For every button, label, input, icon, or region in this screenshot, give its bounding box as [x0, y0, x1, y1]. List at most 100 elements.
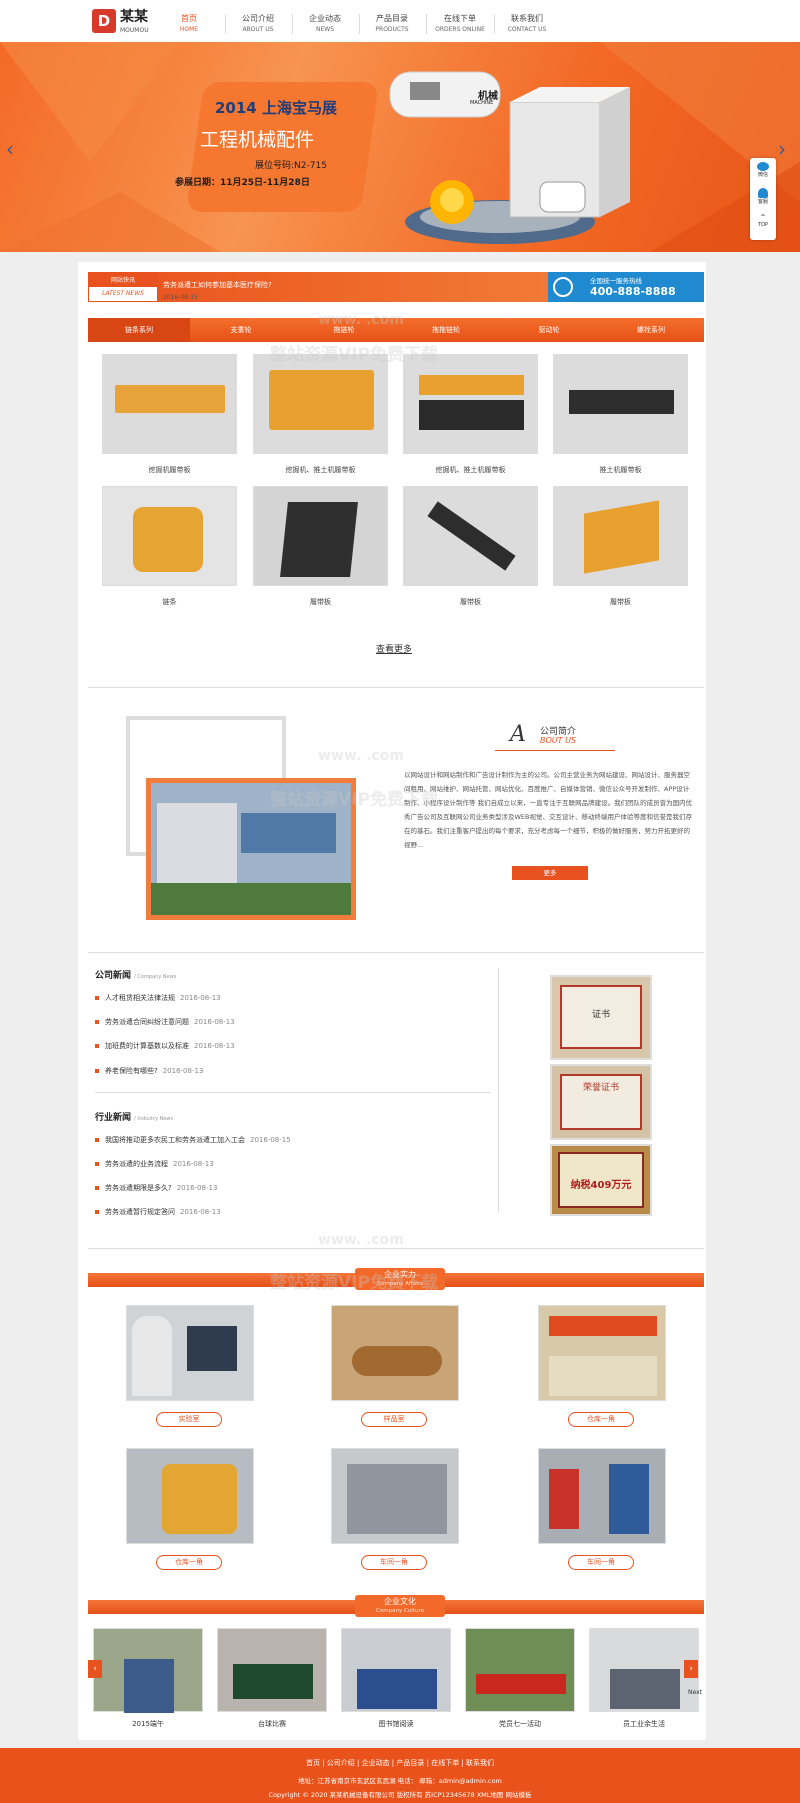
about-heading-letter: A — [510, 722, 526, 747]
news-item[interactable]: 劳务派遣暂行规定答问 2016-08-13 — [95, 1207, 221, 1217]
about-more-button[interactable]: 更多 — [512, 866, 588, 880]
product-image[interactable] — [102, 354, 237, 454]
news-item[interactable]: 人才租赁相关法律法规 2016-08-13 — [95, 993, 221, 1003]
wechat-icon — [757, 162, 769, 171]
booth-sign-en: MACHINE — [470, 100, 494, 106]
strength-label[interactable]: 仓库一角 — [156, 1555, 222, 1570]
news-item[interactable]: 养老保险有哪些? 2016-08-13 — [95, 1066, 203, 1076]
product-image[interactable] — [553, 354, 688, 454]
strength-photo[interactable] — [126, 1448, 254, 1544]
culture-next-arrow-icon[interactable]: › — [684, 1660, 698, 1678]
news-item-date: 2016-08-13 — [162, 1067, 204, 1075]
culture-photo[interactable] — [465, 1628, 575, 1712]
strength-label[interactable]: 车间一角 — [361, 1555, 427, 1570]
strength-photo[interactable] — [331, 1448, 459, 1544]
wechat-tool-label: 微信 — [757, 172, 768, 178]
latest-news-label-zh: 网站快讯 — [110, 277, 135, 284]
product-image[interactable] — [253, 354, 388, 454]
culture-photo[interactable] — [217, 1628, 327, 1712]
category-tab[interactable]: 螺栓系列 — [600, 318, 702, 342]
bullet-icon — [95, 1138, 99, 1142]
category-tab[interactable]: 驱动轮 — [498, 318, 600, 342]
banner-prev-arrow-icon[interactable]: ‹ — [6, 137, 14, 161]
nav-sublabel: ORDERS ONLINE — [435, 26, 485, 33]
footer-links[interactable]: 首页 | 公司介绍 | 企业动态 | 产品目录 | 在线下单 | 联系我们 — [0, 1758, 800, 1768]
divider — [88, 687, 704, 688]
back-to-top-tool[interactable]: ⌃ TOP — [750, 214, 776, 229]
product-image[interactable] — [553, 486, 688, 586]
nav-label: 产品目录 — [376, 14, 408, 23]
product-image[interactable] — [253, 486, 388, 586]
news-item[interactable]: 加班费的计算基数以及标准 2016-08-13 — [95, 1041, 235, 1051]
nav-label: 首页 — [181, 14, 197, 23]
product-label[interactable]: 履带板 — [403, 597, 538, 607]
product-label[interactable]: 履带板 — [553, 597, 688, 607]
strength-label[interactable]: 仓库一角 — [568, 1412, 634, 1427]
company-news-title: 公司新闻 — [95, 971, 132, 981]
culture-next-label[interactable]: Next — [688, 1689, 702, 1696]
hotline-box: 全国统一服务热线 400-888-8888 — [548, 272, 704, 302]
strength-photo[interactable] — [126, 1305, 254, 1401]
product-image[interactable] — [403, 354, 538, 454]
strength-label[interactable]: 车间一角 — [568, 1555, 634, 1570]
news-item[interactable]: 我国将推动更多农民工和劳务派遣工加入工会 2016-08-15 — [95, 1135, 291, 1145]
strength-label[interactable]: 实验室 — [156, 1412, 222, 1427]
logo-mark[interactable]: D — [92, 9, 116, 33]
hotline-number: 400-888-8888 — [590, 285, 676, 298]
product-label[interactable]: 挖掘机、推土机履带板 — [403, 465, 538, 475]
culture-label[interactable]: 2015端午 — [93, 1719, 203, 1729]
latest-news-headline[interactable]: 劳务派遣工如何参加基本医疗保险? — [163, 280, 272, 290]
back-to-top-label: TOP — [757, 222, 768, 228]
nav-item-products[interactable]: 产品目录 PRODUCTS — [358, 13, 426, 35]
product-label[interactable]: 挖掘机履带板 — [102, 465, 237, 475]
culture-label[interactable]: 图书馆阅读 — [341, 1719, 451, 1729]
nav-item-about[interactable]: 公司介绍 ABOUT US — [224, 13, 292, 35]
product-label[interactable]: 链条 — [102, 597, 237, 607]
news-item-title: 我国将推动更多农民工和劳务派遣工加入工会 — [105, 1136, 245, 1144]
certificate-image[interactable]: 荣誉证书 — [550, 1064, 652, 1140]
service-tool[interactable]: 客服 — [750, 188, 776, 205]
culture-photo[interactable] — [341, 1628, 451, 1712]
category-tab[interactable]: 链条系列 — [88, 318, 190, 342]
news-item[interactable]: 劳务派遣的业务流程 2016-08-13 — [95, 1159, 214, 1169]
culture-photo[interactable] — [93, 1628, 203, 1713]
banner-next-arrow-icon[interactable]: › — [778, 137, 786, 161]
about-description: 以网站设计和网站制作和广告设计制作为主的公司。公司主营业务为网站建设、网站设计、… — [404, 771, 693, 849]
news-item-date: 2016-08-13 — [176, 1184, 218, 1192]
strength-photo[interactable] — [538, 1448, 666, 1544]
hero-banner[interactable]: 机械 MACHINE 2014 上海宝马展 工程机械配件 展位号码:N2-715… — [0, 42, 800, 252]
product-image[interactable] — [403, 486, 538, 586]
news-item[interactable]: 劳务派遣期限是多久? 2016-08-13 — [95, 1183, 217, 1193]
culture-label[interactable]: 党员七一活动 — [465, 1719, 575, 1729]
culture-photo[interactable] — [589, 1628, 699, 1712]
banner-product-title: 工程机械配件 — [200, 129, 315, 151]
certificate-image[interactable]: 纳税409万元 — [550, 1144, 652, 1216]
bullet-icon — [95, 1069, 99, 1073]
product-label[interactable]: 挖掘机、推土机履带板 — [253, 465, 388, 475]
strength-label[interactable]: 样品室 — [361, 1412, 427, 1427]
nav-item-orders[interactable]: 在线下单 ORDERS ONLINE — [426, 13, 494, 35]
customer-service-icon — [758, 188, 768, 198]
news-item[interactable]: 劳务派遣合同纠纷注意问题 2016-08-13 — [95, 1017, 235, 1027]
logo-name[interactable]: 某某 — [120, 10, 148, 24]
divider — [88, 1248, 704, 1249]
certificate-image[interactable]: 证书 — [550, 975, 652, 1060]
category-tab[interactable]: 支重轮 — [190, 318, 292, 342]
watermark-text: 整站资源VIP免费下载 — [270, 790, 438, 810]
bullet-icon — [95, 1210, 99, 1214]
category-tab[interactable]: 拖拖链轮 — [395, 318, 497, 342]
strength-photo[interactable] — [331, 1305, 459, 1401]
nav-item-contact[interactable]: 联系我们 CONTACT US — [493, 13, 561, 35]
wechat-tool[interactable]: 微信 — [750, 162, 776, 178]
product-image[interactable] — [102, 486, 237, 586]
view-more-link[interactable]: 查看更多 — [376, 642, 412, 655]
nav-item-news[interactable]: 企业动态 NEWS — [291, 13, 359, 35]
product-label[interactable]: 推土机履带板 — [553, 465, 688, 475]
culture-prev-arrow-icon[interactable]: ‹ — [88, 1660, 102, 1678]
bullet-icon — [95, 1186, 99, 1190]
product-label[interactable]: 履带板 — [253, 597, 388, 607]
strength-photo[interactable] — [538, 1305, 666, 1401]
culture-label[interactable]: 台球比赛 — [217, 1719, 327, 1729]
nav-item-home[interactable]: 首页 HOME — [155, 13, 223, 35]
culture-label[interactable]: 员工业余生活 — [589, 1719, 699, 1729]
